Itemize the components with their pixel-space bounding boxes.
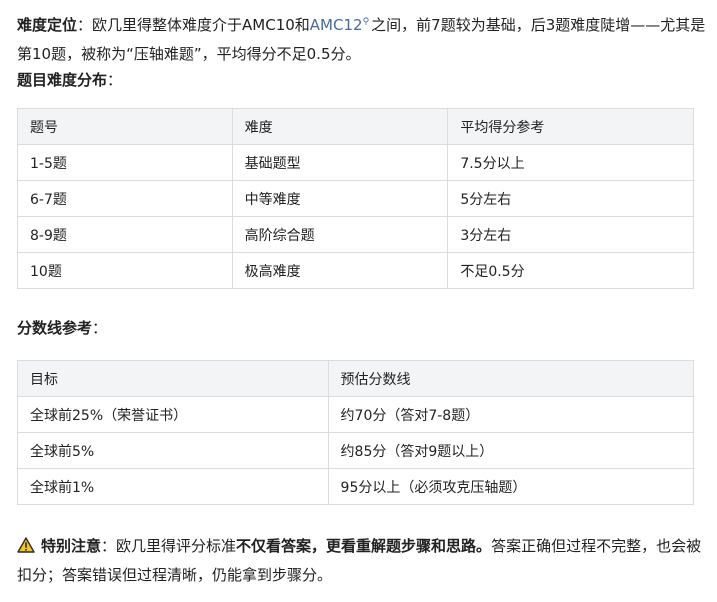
note-sep: ： bbox=[101, 537, 117, 555]
table-row: 全球前5% 约85分（答对9题以上） bbox=[17, 432, 695, 469]
difficulty-heading-sep: ： bbox=[107, 71, 123, 89]
table-cell: 6-7题 bbox=[17, 180, 233, 217]
table-cell: 不足0.5分 bbox=[447, 252, 694, 289]
table-cell: 高阶综合题 bbox=[231, 216, 449, 253]
difficulty-heading: 题目难度分布： bbox=[17, 66, 707, 95]
table-cell: 全球前5% bbox=[17, 432, 329, 469]
table-header-cell: 预估分数线 bbox=[327, 360, 695, 397]
table-cell: 1-5题 bbox=[17, 144, 233, 181]
table-cell: 5分左右 bbox=[447, 180, 694, 217]
table-header-row: 目标 预估分数线 bbox=[17, 360, 695, 397]
score-heading-label: 分数线参考 bbox=[17, 319, 93, 337]
table-header-cell: 目标 bbox=[17, 360, 329, 397]
warning-icon bbox=[17, 537, 35, 553]
difficulty-table: 题号 难度 平均得分参考 1-5题 基础题型 7.5分以上 6-7题 中等难度 … bbox=[17, 108, 694, 289]
table-cell: 全球前1% bbox=[17, 468, 329, 505]
intro-label: 难度定位 bbox=[17, 16, 78, 34]
table-cell: 中等难度 bbox=[231, 180, 449, 217]
table-cell: 约70分（答对7-8题） bbox=[327, 396, 695, 433]
score-heading-sep: ： bbox=[92, 319, 108, 337]
difficulty-heading-label: 题目难度分布 bbox=[17, 71, 108, 89]
table-row: 6-7题 中等难度 5分左右 bbox=[17, 180, 694, 217]
table-cell: 极高难度 bbox=[231, 252, 449, 289]
intro-text-1: 欧几里得整体难度介于AMC10和 bbox=[92, 16, 310, 34]
score-table: 目标 预估分数线 全球前25%（荣誉证书） 约70分（答对7-8题） 全球前5%… bbox=[17, 360, 695, 505]
table-row: 全球前25%（荣誉证书） 约70分（答对7-8题） bbox=[17, 396, 695, 433]
table-cell: 8-9题 bbox=[17, 216, 233, 253]
table-cell: 全球前25%（荣誉证书） bbox=[17, 396, 329, 433]
table-cell: 7.5分以上 bbox=[447, 144, 694, 181]
note-label: 特别注意 bbox=[41, 537, 102, 555]
note-text-1: 欧几里得评分标准 bbox=[116, 537, 237, 555]
table-row: 10题 极高难度 不足0.5分 bbox=[17, 252, 694, 289]
table-cell: 约85分（答对9题以上） bbox=[327, 432, 695, 469]
table-cell: 95分以上（必须攻克压轴题） bbox=[327, 468, 695, 505]
table-cell: 基础题型 bbox=[231, 144, 449, 181]
table-header-cell: 难度 bbox=[231, 108, 449, 145]
intro-paragraph: 难度定位：欧几里得整体难度介于AMC10和AMC12⚲ 之间，前7题较为基础，后3… bbox=[17, 8, 707, 69]
table-header-row: 题号 难度 平均得分参考 bbox=[17, 108, 694, 145]
table-cell: 3分左右 bbox=[447, 216, 694, 253]
table-row: 1-5题 基础题型 7.5分以上 bbox=[17, 144, 694, 181]
table-header-cell: 平均得分参考 bbox=[447, 108, 694, 145]
table-row: 8-9题 高阶综合题 3分左右 bbox=[17, 216, 694, 253]
amc12-link[interactable]: AMC12 bbox=[310, 16, 363, 34]
table-header-cell: 题号 bbox=[17, 108, 233, 145]
note-paragraph: 特别注意：欧几里得评分标准不仅看答案，更看重解题步骤和思路。答案正确但过程不完整… bbox=[17, 532, 707, 590]
table-row: 全球前1% 95分以上（必须攻克压轴题） bbox=[17, 468, 695, 505]
table-cell: 10题 bbox=[17, 252, 233, 289]
search-icon[interactable]: ⚲ bbox=[363, 17, 370, 27]
note-bold-1: 不仅看答案，更看重解题步骤和思路。 bbox=[236, 537, 492, 555]
intro-sep: ： bbox=[77, 16, 93, 34]
score-heading: 分数线参考： bbox=[17, 314, 707, 343]
